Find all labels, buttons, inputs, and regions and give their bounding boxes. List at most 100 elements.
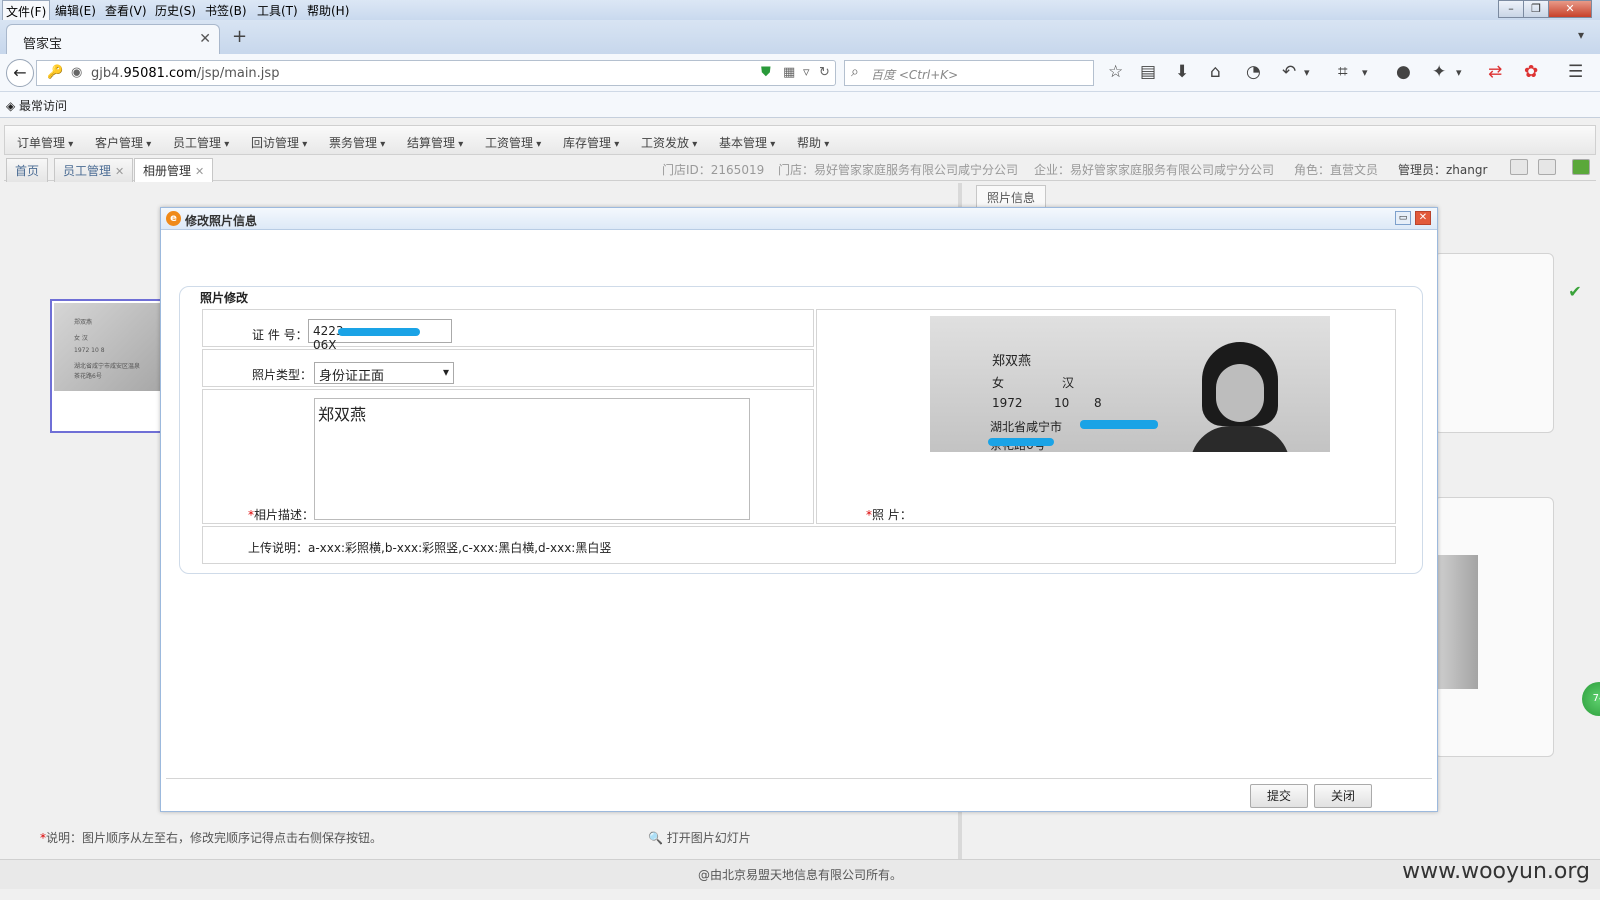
menu-inventory[interactable]: 库存管理	[563, 134, 619, 151]
addon-icon[interactable]: ✿	[1524, 62, 1538, 82]
tab-home[interactable]: 首页	[6, 158, 49, 182]
dialog-divider	[166, 778, 1432, 779]
window-controls: – ❐ ✕	[1498, 0, 1592, 18]
browser-menubar: 文件(F) 编辑(E) 查看(V) 历史(S) 书签(B) 工具(T) 帮助(H…	[0, 0, 1600, 23]
menu-followup[interactable]: 回访管理	[251, 134, 307, 151]
menu-payout[interactable]: 工资发放	[641, 134, 697, 151]
search-placeholder: 百度 <Ctrl+K>	[871, 68, 959, 82]
redaction-mark	[988, 438, 1054, 446]
menu-payroll[interactable]: 工资管理	[485, 134, 541, 151]
portrait	[1190, 336, 1290, 452]
shield-icon[interactable]: ⛊	[761, 65, 771, 80]
ie-logo-icon: e	[166, 211, 181, 226]
chat-icon[interactable]: ◔	[1246, 62, 1261, 82]
qrcode-icon[interactable]: ▦	[783, 65, 795, 80]
browser-tab-title: 管家宝	[23, 37, 63, 52]
undo-dropdown-icon[interactable]: ▾	[1304, 66, 1310, 79]
menu-app-help[interactable]: 帮助	[797, 134, 829, 151]
admin-user: 管理员：zhangr	[1398, 163, 1488, 177]
menu-history[interactable]: 历史(S)	[152, 2, 199, 19]
settings-icon[interactable]	[1510, 159, 1528, 175]
desc-label: *相片描述：	[248, 508, 315, 522]
download-icon[interactable]: ⬇	[1175, 62, 1189, 82]
menu-help[interactable]: 帮助(H)	[304, 2, 352, 19]
open-slideshow-link[interactable]: 🔍 打开图片幻灯片	[648, 829, 751, 846]
close-tab-icon[interactable]: ✕	[199, 31, 211, 47]
browser-tab[interactable]: 管家宝 ✕	[6, 24, 220, 54]
reading-list-icon[interactable]: ▤	[1140, 62, 1156, 82]
reload-icon[interactable]: ↻	[819, 65, 830, 80]
globe-icon: ◉	[71, 65, 83, 80]
tab-album[interactable]: 相册管理 ✕	[134, 158, 214, 182]
extension-icon[interactable]: ✦	[1432, 62, 1446, 82]
home-icon[interactable]: ⌂	[1210, 62, 1221, 82]
sync-icon[interactable]: ⇄	[1488, 62, 1502, 82]
menu-tools[interactable]: 工具(T)	[254, 2, 301, 19]
redaction-mark	[338, 328, 420, 336]
bookmarks-bar: ◈ 最常访问	[0, 92, 1600, 118]
app-tabs: 首页 员工管理 ✕ 相册管理 ✕ 门店ID：2165019 门店：易好管家家庭服务有…	[4, 155, 1596, 182]
dialog-titlebar: e 修改照片信息 ▭ ✕	[161, 208, 1437, 230]
comment-icon[interactable]: ●	[1396, 62, 1411, 82]
minimize-icon[interactable]: –	[1498, 0, 1524, 18]
dropdown-icon[interactable]: ▿	[803, 65, 810, 80]
restore-icon[interactable]: ❐	[1523, 0, 1549, 18]
store-id: 门店ID：2165019	[662, 163, 765, 177]
menu-customers[interactable]: 客户管理	[95, 134, 151, 151]
submit-button[interactable]: 提交	[1250, 784, 1308, 808]
identity-icon[interactable]: 🔑	[47, 65, 63, 80]
extension-dropdown-icon[interactable]: ▾	[1456, 66, 1462, 79]
app-menubar: 订单管理 客户管理 员工管理 回访管理 票务管理 结算管理 工资管理 库存管理 …	[4, 125, 1596, 155]
search-icon: ⌕	[851, 64, 859, 80]
description-textarea[interactable]: 郑双燕	[314, 398, 750, 520]
upload-note: 上传说明：a-xxx:彩照横,b-xxx:彩照竖,c-xxx:黑白横,d-xxx…	[248, 541, 612, 555]
close-window-icon[interactable]: ✕	[1548, 0, 1592, 18]
magnifier-icon: 🔍	[648, 831, 663, 845]
close-tab-album-icon[interactable]: ✕	[195, 165, 204, 178]
undo-icon[interactable]: ↶	[1282, 62, 1296, 82]
menu-edit[interactable]: 编辑(E)	[52, 2, 99, 19]
redaction-mark	[1080, 420, 1158, 429]
new-tab-icon[interactable]: +	[232, 26, 247, 47]
dialog-close-icon[interactable]: ✕	[1415, 211, 1431, 225]
preview-image	[1434, 555, 1478, 689]
menu-orders[interactable]: 订单管理	[17, 134, 73, 151]
maximize-icon[interactable]: ▭	[1395, 211, 1411, 225]
menu-bookmarks[interactable]: 书签(B)	[202, 2, 250, 19]
browser-tabstrip: 管家宝 ✕ + ▾	[0, 20, 1600, 54]
photo-label: *照 片：	[866, 508, 912, 522]
watermark: www.wooyun.org	[1402, 859, 1590, 884]
company-name: 企业：易好管家家庭服务有限公司咸宁分公司	[1034, 163, 1275, 177]
photo-type-select[interactable]: 身份证正面	[314, 362, 454, 384]
tab-staff[interactable]: 员工管理 ✕	[54, 158, 134, 182]
dialog-title: 修改照片信息	[185, 214, 258, 228]
menu-staff[interactable]: 员工管理	[173, 134, 229, 151]
menu-view[interactable]: 查看(V)	[102, 2, 150, 19]
order-note: *说明：图片顺序从左至右，修改完顺序记得点击右侧保存按钮。	[40, 831, 383, 845]
search-box[interactable]: ⌕ 百度 <Ctrl+K>	[844, 60, 1094, 86]
back-icon[interactable]: ←	[6, 59, 34, 87]
crop-dropdown-icon[interactable]: ▾	[1362, 66, 1368, 79]
star-icon[interactable]: ☆	[1108, 62, 1123, 82]
crop-icon[interactable]: ⌗	[1338, 62, 1348, 82]
type-label: 照片类型：	[252, 368, 313, 382]
notebook-icon[interactable]	[1538, 159, 1556, 175]
menu-basic[interactable]: 基本管理	[719, 134, 775, 151]
menu-tickets[interactable]: 票务管理	[329, 134, 385, 151]
info-panel	[1434, 253, 1554, 433]
footer: @由北京易盟天地信息有限公司所有。	[0, 859, 1600, 889]
bookmark-most-visited[interactable]: ◈ 最常访问	[6, 97, 67, 114]
photo-thumbnail[interactable]: 郑双燕 女 汉 1972 10 8 湖北省咸宁市咸安区温泉 茶花路6号	[50, 299, 162, 433]
menu-settlement[interactable]: 结算管理	[407, 134, 463, 151]
confirm-icon[interactable]: ✔	[1566, 283, 1584, 301]
hamburger-menu-icon[interactable]: ☰	[1568, 62, 1583, 82]
close-button[interactable]: 关闭	[1314, 784, 1372, 808]
tab-list-icon[interactable]: ▾	[1578, 28, 1584, 42]
url-bar[interactable]: 🔑 ◉ gjb4.95081.com/jsp/main.jsp ⛊ ▦ ▿ ↻	[36, 60, 836, 86]
exit-icon[interactable]	[1572, 159, 1590, 175]
url-text: gjb4.95081.com/jsp/main.jsp	[91, 66, 280, 81]
thumbnail-image: 郑双燕 女 汉 1972 10 8 湖北省咸宁市咸安区温泉 茶花路6号	[54, 303, 162, 391]
id-card-photo: 郑双燕 女 汉 1972 10 8 湖北省咸宁市 茶花路6号	[930, 316, 1330, 452]
fieldset-legend: 照片修改	[198, 289, 251, 306]
close-tab-staff-icon[interactable]: ✕	[115, 165, 124, 178]
